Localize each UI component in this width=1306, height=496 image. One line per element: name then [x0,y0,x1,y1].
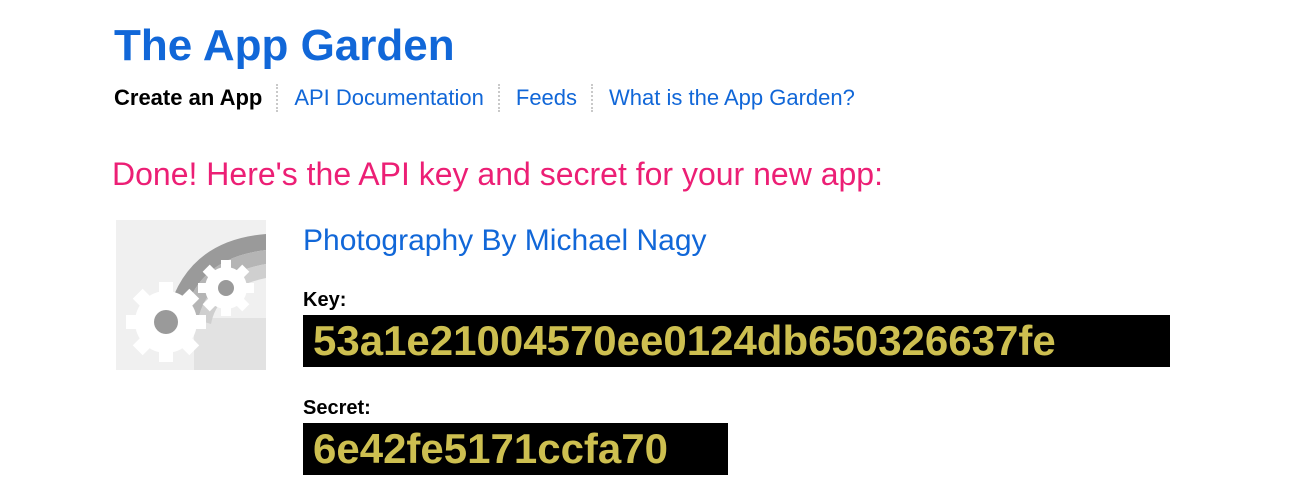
app-gears-icon [116,220,266,370]
success-headline: Done! Here's the API key and secret for … [112,156,883,192]
page-title: The App Garden [114,21,455,70]
subnav-feeds[interactable]: Feeds [516,84,577,112]
subnav-divider [591,84,594,112]
subnav-divider [276,84,279,112]
subnav-divider [497,84,500,112]
api-key-value[interactable]: 53a1e21004570ee0124db650326637fe [303,315,1170,367]
app-garden-subnav: Create an App API Documentation Feeds Wh… [114,84,855,112]
api-secret-value[interactable]: 6e42fe5171ccfa70 [303,423,728,475]
subnav-what-is-app-garden[interactable]: What is the App Garden? [609,84,855,112]
secret-label: Secret: [303,397,371,419]
app-name-link[interactable]: Photography By Michael Nagy [303,222,707,260]
key-label: Key: [303,289,347,311]
subnav-api-documentation[interactable]: API Documentation [294,84,484,112]
subnav-create-an-app[interactable]: Create an App [114,84,262,112]
